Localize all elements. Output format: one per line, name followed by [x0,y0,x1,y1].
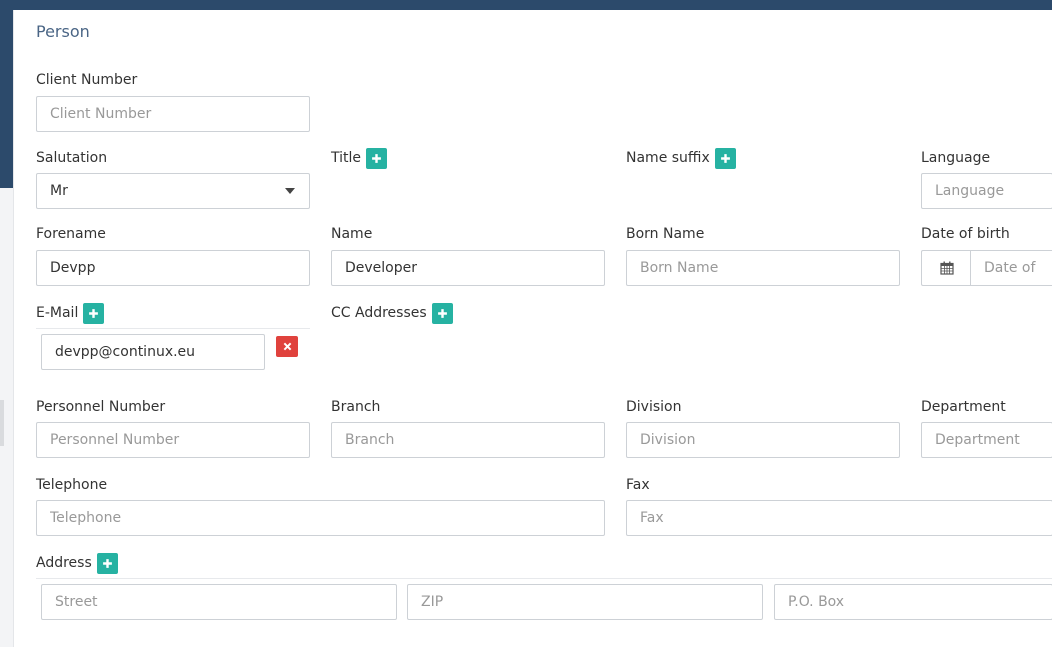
add-cc-address-button[interactable] [431,302,453,324]
po-box-input[interactable] [774,584,1052,620]
forename-label: Forename [36,226,106,242]
remove-email-button[interactable] [276,336,298,357]
name-input[interactable] [331,250,605,286]
name-suffix-label: Name suffix [626,147,736,169]
plus-icon [89,308,99,318]
plus-icon [720,153,730,163]
calendar-icon [939,261,954,275]
forename-input[interactable] [36,250,310,286]
caret-down-icon [285,188,295,194]
salutation-selected-value: Mr [50,183,68,199]
fax-label: Fax [626,477,650,493]
add-address-button[interactable] [96,552,118,574]
branch-input[interactable] [331,422,605,458]
sidebar-edge [0,10,13,188]
app-header-bar [0,0,1052,10]
personnel-number-label: Personnel Number [36,399,166,415]
email-input[interactable] [41,334,265,370]
calendar-button[interactable] [921,250,971,286]
close-icon [283,342,291,351]
department-input[interactable] [921,422,1052,458]
add-title-button[interactable] [366,147,388,169]
salutation-select[interactable]: Mr [36,173,310,209]
address-divider [36,578,1052,579]
division-label: Division [626,399,682,415]
department-label: Department [921,399,1006,415]
zip-input[interactable] [407,584,763,620]
sidebar-edge-lower [0,400,4,446]
panel-title: Person [36,22,90,41]
telephone-input[interactable] [36,500,605,536]
fax-input[interactable] [626,500,1052,536]
plus-icon [437,308,447,318]
date-of-birth-input[interactable] [970,250,1052,286]
street-input[interactable] [41,584,397,620]
language-input[interactable] [921,173,1052,209]
personnel-number-input[interactable] [36,422,310,458]
title-label: Title [331,147,388,169]
add-name-suffix-button[interactable] [714,147,736,169]
salutation-label: Salutation [36,150,108,166]
email-label: E-Mail [36,302,105,324]
add-email-button[interactable] [83,302,105,324]
client-number-input[interactable] [36,96,310,132]
language-label: Language [921,150,991,166]
name-label: Name [331,226,373,242]
branch-label: Branch [331,399,381,415]
telephone-label: Telephone [36,477,108,493]
date-of-birth-label: Date of birth [921,226,1010,242]
client-number-label: Client Number [36,72,138,88]
person-form-panel: Person Client Number Salutation Mr Title… [13,10,1052,647]
email-divider [36,328,310,329]
division-input[interactable] [626,422,900,458]
cc-addresses-label: CC Addresses [331,302,453,324]
plus-icon [102,558,112,568]
born-name-input[interactable] [626,250,900,286]
born-name-label: Born Name [626,226,705,242]
address-label: Address [36,552,118,574]
plus-icon [372,153,381,163]
